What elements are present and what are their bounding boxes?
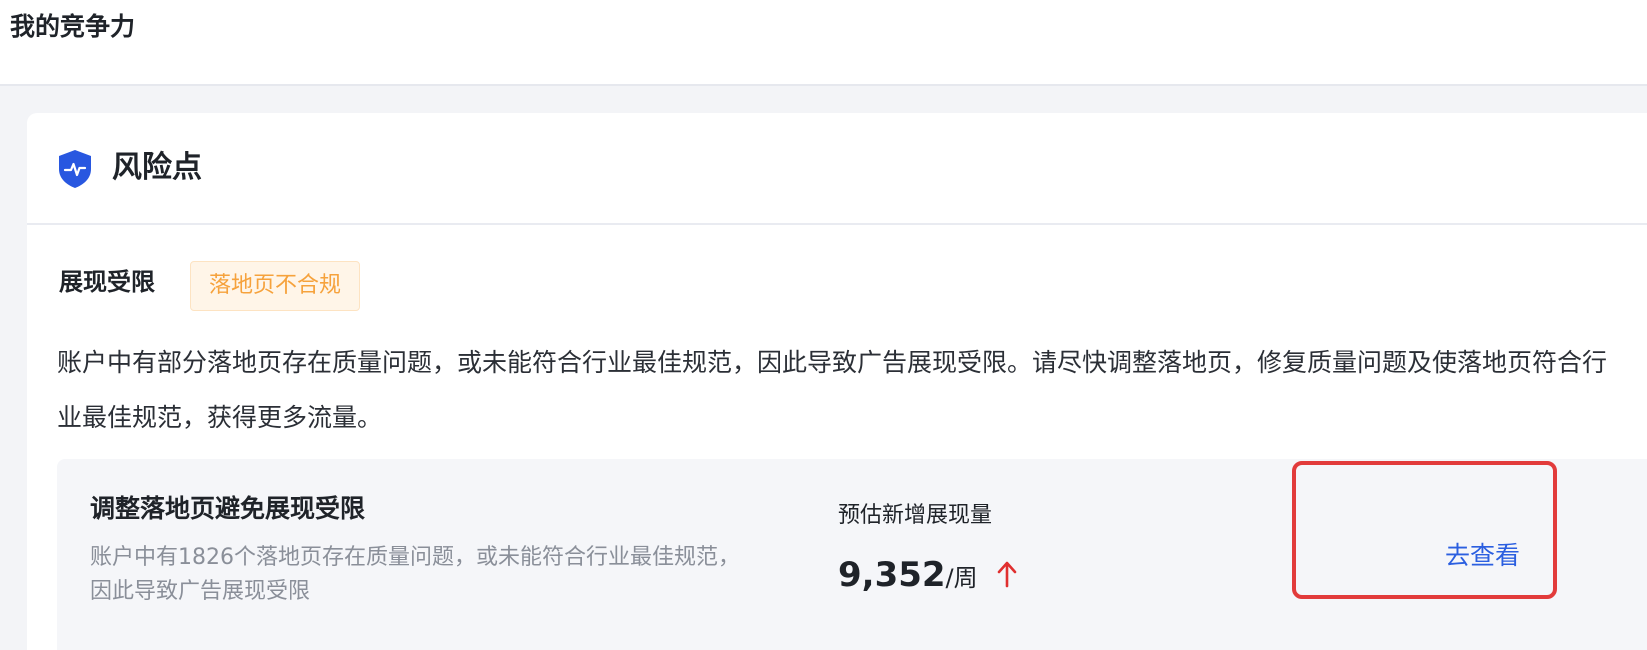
page-title: 我的竞争力 xyxy=(10,12,136,41)
metric-number: 9,352 xyxy=(838,555,946,595)
risk-card-title: 风险点 xyxy=(112,150,202,185)
exposure-limit-label: 展现受限 xyxy=(59,268,155,296)
top-bar: 我的竞争力 xyxy=(0,0,1647,86)
metric-label: 预估新增展现量 xyxy=(838,503,993,528)
risk-description: 账户中有部分落地页存在质量问题，或未能符合行业最佳规范，因此导致广告展现受限。请… xyxy=(57,348,1608,432)
shield-icon xyxy=(59,150,91,188)
suggestion-title: 调整落地页避免展现受限 xyxy=(90,494,366,523)
arrow-up-icon xyxy=(997,561,1017,588)
highlight-annotation-box xyxy=(1292,461,1557,599)
landing-page-noncompliant-tag: 落地页不合规 xyxy=(190,261,361,311)
suggestion-description: 账户中有1826个落地页存在质量问题，或未能符合行业最佳规范，因此导致广告展现受… xyxy=(90,545,740,604)
metric-unit: /周 xyxy=(945,564,978,592)
metric-value: 9,352/周 xyxy=(838,553,1017,603)
risk-card-header: 风险点 xyxy=(27,113,1647,225)
